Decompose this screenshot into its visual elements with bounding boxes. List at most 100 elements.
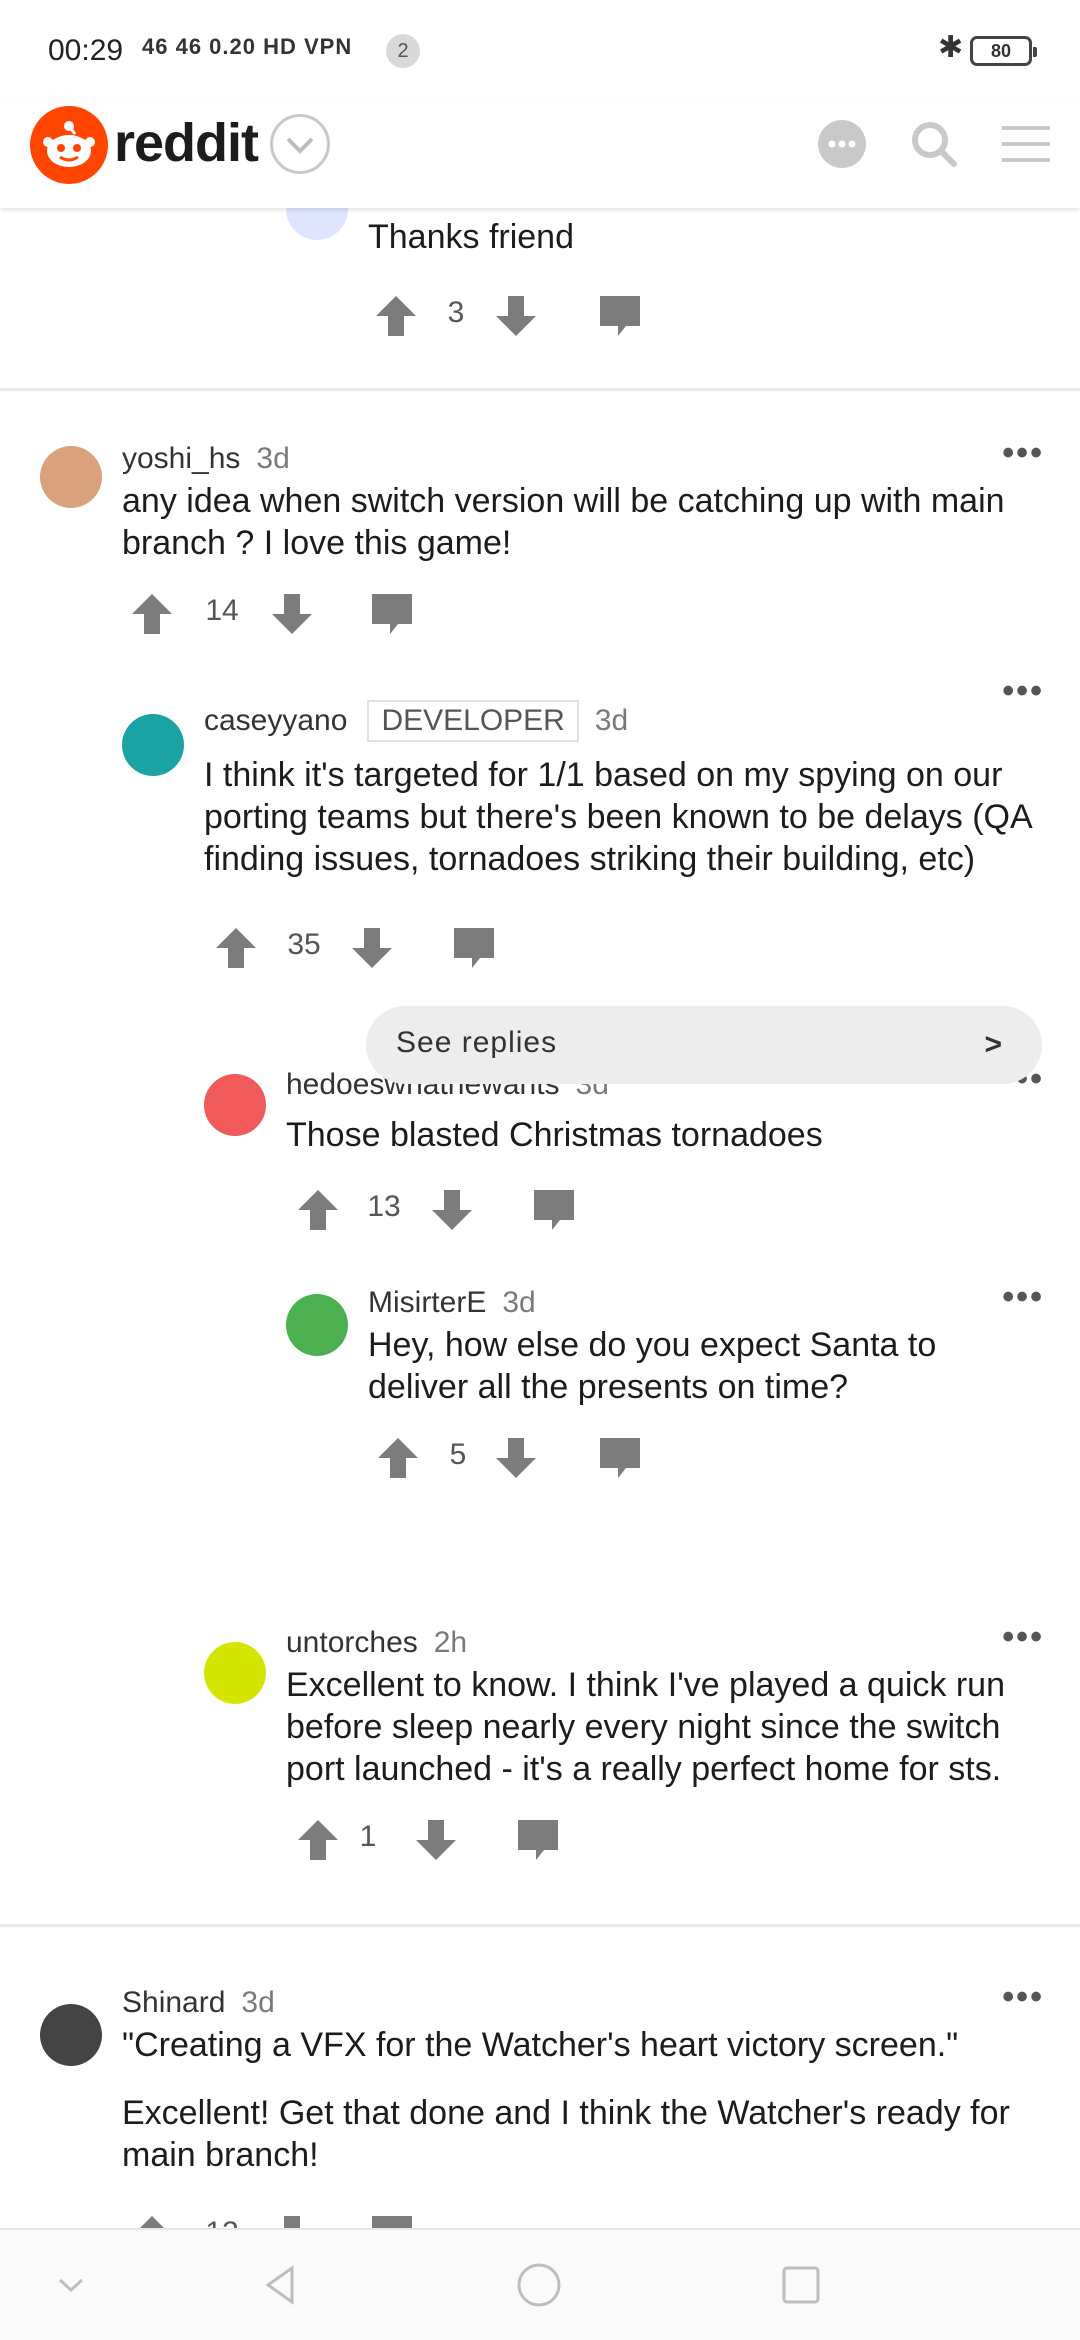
author-name[interactable]: caseyyano	[204, 704, 347, 737]
reddit-logo-icon[interactable]	[30, 106, 108, 184]
downvote-icon[interactable]	[268, 590, 316, 638]
comment-body: any idea when switch version will be cat…	[122, 482, 1005, 562]
comment-meta: caseyyano DEVELOPER 3d	[204, 700, 628, 742]
upvote-icon[interactable]	[372, 292, 420, 340]
comment-meta: Shinard 3d	[122, 1986, 275, 2020]
chat-icon[interactable]	[814, 116, 870, 172]
downvote-icon[interactable]	[492, 292, 540, 340]
reply-icon[interactable]	[450, 924, 498, 972]
comment-body: Excellent! Get that done and I think the…	[122, 2094, 1010, 2174]
avatar[interactable]	[204, 1642, 266, 1704]
chevron-down-icon[interactable]	[46, 2260, 96, 2310]
upvote-icon[interactable]	[374, 1434, 422, 1482]
comment-body: Hey, how else do you expect Santa to del…	[368, 1326, 937, 1406]
see-replies-label: See replies	[396, 1026, 558, 1059]
more-options-icon[interactable]: •••	[1002, 672, 1044, 711]
chevron-down-icon[interactable]	[270, 114, 330, 174]
network-indicators: 46 46 0.20 HD VPN	[142, 34, 353, 59]
downvote-icon[interactable]	[492, 1434, 540, 1482]
comment-actions: 12	[126, 2208, 426, 2228]
comment: Thanks friend 3	[0, 208, 1080, 388]
bluetooth-icon: ✱	[938, 31, 964, 64]
comment-meta: untorches 2h	[286, 1626, 467, 1660]
comment-actions: 35	[210, 920, 510, 976]
downvote-icon[interactable]	[348, 924, 396, 972]
upvote-icon[interactable]	[294, 1186, 342, 1234]
vote-score: 3	[447, 296, 465, 329]
reply-icon[interactable]	[530, 1186, 578, 1234]
avatar[interactable]	[40, 446, 102, 508]
comment-meta: yoshi_hs 3d	[122, 442, 290, 476]
comment-actions: 14	[126, 586, 426, 642]
comment-time: 3d	[256, 442, 290, 475]
downvote-icon[interactable]	[268, 2212, 316, 2228]
divider	[0, 1924, 1080, 1927]
comment: yoshi_hs 3d ••• any idea when switch vers…	[0, 408, 1080, 634]
comment-actions: 5	[372, 1430, 672, 1486]
vote-score: 35	[287, 928, 321, 961]
reply-icon[interactable]	[514, 1816, 562, 1864]
author-name[interactable]: MisirterE	[368, 1286, 486, 1319]
avatar[interactable]	[40, 2004, 102, 2066]
status-time: 00:29	[48, 34, 124, 67]
comment-meta: MisirterE 3d	[368, 1286, 536, 1320]
vote-score: 14	[205, 594, 239, 627]
recents-icon[interactable]	[776, 2260, 826, 2310]
see-replies-button[interactable]: See replies >	[366, 1006, 1042, 1084]
back-icon[interactable]	[256, 2260, 306, 2310]
comment-time: 3d	[241, 1986, 275, 2019]
reply-icon[interactable]	[368, 590, 416, 638]
downvote-icon[interactable]	[412, 1816, 460, 1864]
more-options-icon[interactable]: •••	[1002, 434, 1044, 473]
app-header: reddit	[0, 100, 1080, 208]
notification-count-badge: 2	[386, 34, 420, 68]
vote-score: 12	[192, 2216, 252, 2228]
vote-score: 5	[449, 1438, 467, 1471]
comment: untorches 2h ••• Excellent to know. I thi…	[0, 1598, 1080, 1898]
comment-body: Excellent to know. I think I've played a…	[286, 1666, 1005, 1788]
more-options-icon[interactable]: •••	[1002, 1618, 1044, 1657]
author-name[interactable]: Shinard	[122, 1986, 225, 2019]
menu-icon[interactable]	[998, 116, 1054, 172]
comment-body: I think it's targeted for 1/1 based on m…	[204, 756, 1031, 878]
app-name: reddit	[114, 113, 259, 173]
home-icon[interactable]	[514, 2260, 564, 2310]
comment-actions: 13	[292, 1182, 592, 1238]
upvote-icon[interactable]	[212, 924, 260, 972]
reply-icon[interactable]	[596, 1434, 644, 1482]
comment-time: 3d	[594, 704, 629, 737]
avatar[interactable]	[204, 1074, 266, 1136]
search-icon[interactable]	[906, 116, 962, 172]
more-options-icon[interactable]: •••	[1002, 1278, 1044, 1317]
reply-icon[interactable]	[596, 292, 644, 340]
comment: caseyyano DEVELOPER 3d ••• I think it's ta…	[0, 672, 1080, 968]
comment-time: 2h	[433, 1626, 468, 1659]
avatar[interactable]	[122, 714, 184, 776]
comment: MisirterE 3d ••• Hey, how else do you exp…	[0, 1258, 1080, 1498]
reply-icon[interactable]	[368, 2212, 416, 2228]
status-bar: 00:29 46 46 0.20 HD VPN 2 ✱ 80	[0, 0, 1080, 100]
comment-actions: 1	[292, 1812, 592, 1868]
upvote-icon[interactable]	[128, 2212, 176, 2228]
comment-quote: "Creating a VFX for the Watcher's heart …	[122, 2026, 959, 2064]
comment-thread: Thanks friend 3 yoshi_hs 3d ••• any idea …	[0, 208, 1080, 2228]
downvote-icon[interactable]	[428, 1186, 476, 1234]
system-nav-bar	[0, 2228, 1080, 2340]
comment-body: Those blasted Christmas tornadoes	[286, 1116, 823, 1154]
divider	[0, 388, 1080, 391]
author-name[interactable]: untorches	[286, 1626, 418, 1659]
comment-body: Thanks friend	[368, 218, 574, 256]
more-options-icon[interactable]: •••	[1002, 1978, 1044, 2017]
upvote-icon[interactable]	[294, 1816, 342, 1864]
author-name[interactable]: yoshi_hs	[122, 442, 240, 475]
avatar[interactable]	[286, 1294, 348, 1356]
upvote-icon[interactable]	[128, 590, 176, 638]
avatar[interactable]	[286, 208, 348, 240]
comment-actions: 3	[370, 288, 670, 344]
developer-flair: DEVELOPER	[367, 700, 579, 742]
chevron-right-icon: >	[984, 1028, 1002, 1061]
vote-score: 1	[359, 1820, 377, 1853]
battery-icon: 80	[970, 36, 1037, 66]
comment: Shinard 3d ••• "Creating a VFX for the Wa…	[0, 1958, 1080, 2228]
vote-score: 13	[367, 1190, 401, 1223]
